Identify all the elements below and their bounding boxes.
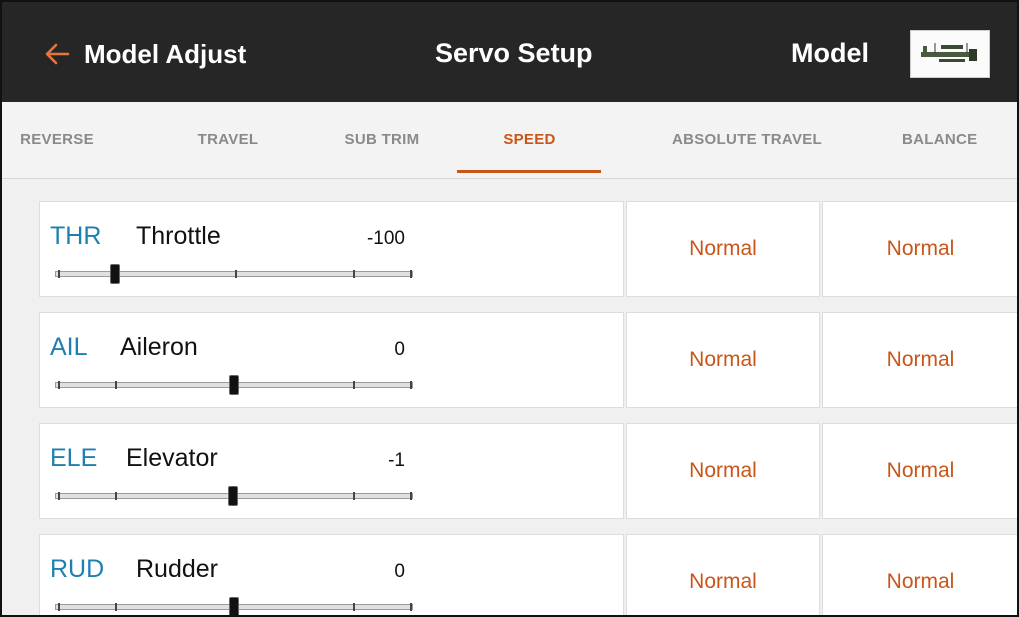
- channel-cell[interactable]: AIL Aileron 0: [39, 312, 624, 408]
- channel-cell[interactable]: ELE Elevator -1: [39, 423, 624, 519]
- channel-cell[interactable]: THR Throttle -100: [39, 201, 624, 297]
- tab-balance[interactable]: BALANCE: [902, 102, 1017, 178]
- page-title: Servo Setup: [435, 38, 593, 68]
- slider-tick: [410, 603, 412, 611]
- slider-tick: [353, 603, 355, 611]
- model-thumbnail[interactable]: [910, 30, 990, 78]
- slider-knob[interactable]: [228, 486, 238, 506]
- slider-tick: [58, 270, 60, 278]
- slider-tick: [353, 492, 355, 500]
- speed-reverse-cell[interactable]: Normal: [822, 534, 1017, 615]
- tab-travel[interactable]: TRAVEL: [178, 102, 278, 178]
- slider-tick: [58, 492, 60, 500]
- arrow-left-icon: [45, 43, 70, 65]
- back-button[interactable]: Model Adjust: [42, 34, 246, 74]
- channel-abbr: ELE: [50, 444, 98, 472]
- slider-knob[interactable]: [110, 264, 120, 284]
- tab-sub-trim[interactable]: SUB TRIM: [322, 102, 442, 178]
- speed-forward-cell[interactable]: Normal: [626, 312, 820, 408]
- slider-tick: [58, 603, 60, 611]
- channel-row-ele: ELE Elevator -1 Normal Normal: [39, 423, 1017, 519]
- speed-forward-cell[interactable]: Normal: [626, 423, 820, 519]
- channel-cell[interactable]: RUD Rudder 0: [39, 534, 624, 615]
- airplane-icon: [921, 43, 977, 62]
- slider-tick: [410, 270, 412, 278]
- slider-tick: [115, 492, 117, 500]
- channel-slider[interactable]: [55, 375, 415, 395]
- channel-row-rud: RUD Rudder 0 Normal Normal: [39, 534, 1017, 615]
- speed-forward-cell[interactable]: Normal: [626, 534, 820, 615]
- slider-tick: [235, 270, 237, 278]
- speed-forward-cell[interactable]: Normal: [626, 201, 820, 297]
- tab-bar: REVERSE TRAVEL SUB TRIM SPEED ABSOLUTE T…: [2, 102, 1017, 179]
- slider-tick: [410, 381, 412, 389]
- tab-speed[interactable]: SPEED: [472, 102, 587, 178]
- channel-slider[interactable]: [55, 486, 415, 506]
- channel-abbr: THR: [50, 222, 102, 250]
- channel-abbr: AIL: [50, 333, 88, 361]
- channel-slider[interactable]: [55, 264, 415, 284]
- channel-name: Aileron: [120, 333, 198, 361]
- channel-value: 0: [394, 339, 405, 360]
- channel-slider[interactable]: [55, 597, 415, 615]
- slider-tick: [353, 381, 355, 389]
- speed-reverse-cell[interactable]: Normal: [822, 312, 1017, 408]
- channel-name: Throttle: [136, 222, 221, 250]
- tab-reverse[interactable]: REVERSE: [2, 102, 112, 178]
- app-frame: Model Adjust Servo Setup Model REVERSE T…: [0, 0, 1019, 617]
- channel-row-ail: AIL Aileron 0 Normal Normal: [39, 312, 1017, 408]
- slider-tick: [410, 492, 412, 500]
- header-bar: Model Adjust Servo Setup Model: [2, 2, 1017, 102]
- slider-tick: [115, 603, 117, 611]
- channel-value: -100: [366, 228, 405, 249]
- slider-tick: [58, 381, 60, 389]
- active-tab-indicator: [457, 170, 601, 173]
- channel-value: 0: [394, 561, 405, 582]
- slider-tick: [353, 270, 355, 278]
- slider-track: [55, 271, 413, 277]
- speed-reverse-cell[interactable]: Normal: [822, 201, 1017, 297]
- speed-reverse-cell[interactable]: Normal: [822, 423, 1017, 519]
- slider-knob[interactable]: [229, 375, 239, 395]
- model-label: Model: [791, 38, 869, 68]
- slider-knob[interactable]: [229, 597, 239, 615]
- tab-absolute-travel[interactable]: ABSOLUTE TRAVEL: [642, 102, 852, 178]
- channel-name: Rudder: [136, 555, 218, 583]
- channel-name: Elevator: [126, 444, 218, 472]
- channel-row-thr: THR Throttle -100 Normal Normal: [39, 201, 1017, 297]
- slider-tick: [115, 381, 117, 389]
- channel-abbr: RUD: [50, 555, 105, 583]
- channel-value: -1: [388, 450, 405, 471]
- back-label: Model Adjust: [84, 38, 247, 69]
